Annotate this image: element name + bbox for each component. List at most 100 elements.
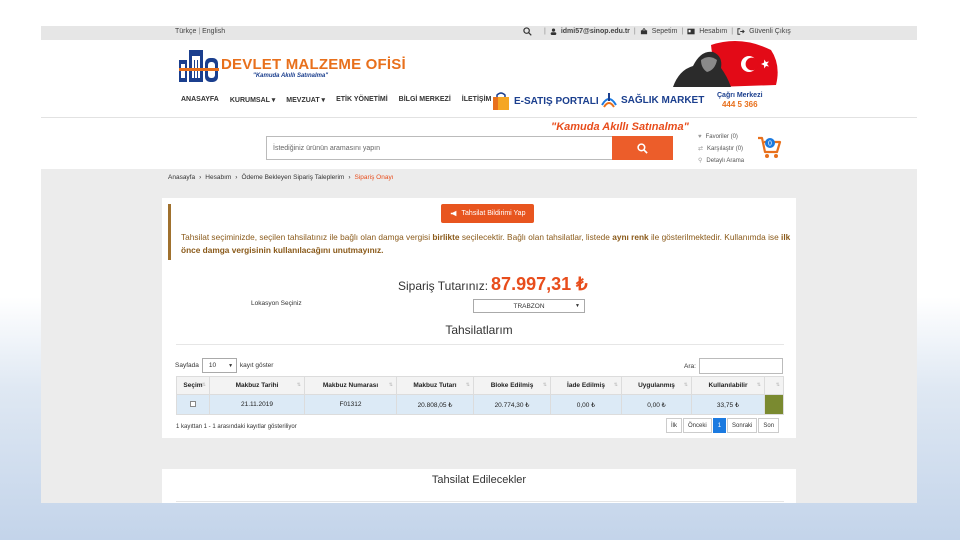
search-band: "Kamuda Akıllı Satınalma" İstediğiniz ür…	[41, 117, 917, 169]
magnifier-icon: ⚲	[698, 158, 703, 164]
col-receipt-date[interactable]: Makbuz Tarihi ⇅	[209, 376, 305, 395]
nav-home[interactable]: ANASAYFA	[181, 96, 219, 104]
divider	[176, 501, 784, 502]
nav-corporate[interactable]: KURUMSAL ▾	[230, 96, 275, 104]
compare-link[interactable]: ⇄ Karşılaştır (0)	[698, 143, 744, 155]
page-length-select[interactable]: 10 ▼	[201, 358, 237, 373]
user-icon	[550, 28, 557, 35]
product-search-input[interactable]: İstediğiniz ürünün aramasını yapın	[266, 136, 613, 160]
search-slogan: "Kamuda Akıllı Satınalma"	[551, 121, 689, 133]
heart-icon: ♥	[698, 134, 702, 140]
collections-title: Tahsilatlarım	[445, 323, 513, 337]
user-email-link[interactable]: idmi57@sinop.edu.tr	[561, 28, 630, 35]
breadcrumb-account[interactable]: Hesabım	[205, 174, 231, 181]
brand-title: DEVLET MALZEME OFİSİ	[221, 56, 406, 73]
row-checkbox[interactable]	[190, 400, 196, 407]
basket-icon	[640, 28, 647, 35]
call-center-title: Çağrı Merkezi	[717, 92, 763, 99]
chevron-right-icon: ›	[199, 174, 202, 181]
col-applied[interactable]: Uygulanmış ⇅	[621, 376, 692, 395]
col-color[interactable]: ⇅	[764, 376, 784, 395]
dmo-logo-icon[interactable]	[179, 46, 219, 84]
cell-refunded: 0,00 ₺	[550, 394, 622, 415]
order-total-value: 87.997,31 ₺	[491, 274, 588, 294]
ataturk-flag-banner-icon	[673, 41, 778, 87]
table-row: 21.11.2019 F01312 20.808,05 ₺ 20.774,30 …	[176, 394, 784, 415]
to-be-collected-title: Tahsilat Edilecekler	[431, 474, 527, 486]
cell-link-color	[764, 394, 784, 415]
pager-first[interactable]: İlk	[666, 418, 682, 433]
quick-links: ♥ Favoriler (0) ⇄ Karşılaştır (0) ⚲ Detaylı…	[698, 131, 744, 167]
table-header-row: Seçim ⇅ Makbuz Tarihi ⇅ Makbuz Numarası ⇅ M…	[176, 376, 784, 395]
esatis-label: E-SATIŞ PORTALI	[514, 95, 599, 107]
pager-page-1[interactable]: 1	[712, 418, 727, 433]
account-card-icon	[687, 28, 695, 35]
breadcrumb-current: Sipariş Onayı	[354, 174, 394, 181]
page-length-control: Sayfada 10 ▼ kayıt göster	[175, 358, 273, 373]
pager-last[interactable]: Son	[758, 418, 780, 433]
site-header: DEVLET MALZEME OFİSİ "Kamuda Akıllı Satı…	[41, 40, 917, 117]
my-cart-link[interactable]: Sepetim	[652, 28, 678, 35]
pager-next[interactable]: Sonraki	[727, 418, 758, 433]
esatis-portal-link[interactable]: E-SATIŞ PORTALI	[491, 91, 599, 111]
col-blocked[interactable]: Bloke Edilmiş ⇅	[473, 376, 551, 395]
nav-contact[interactable]: İLETİŞİM	[462, 96, 492, 104]
table-search-input[interactable]	[698, 358, 783, 374]
cell-blocked: 20.774,30 ₺	[473, 394, 551, 415]
collections-table: Seçim ⇅ Makbuz Tarihi ⇅ Makbuz Numarası ⇅ M…	[176, 376, 784, 415]
compare-icon: ⇄	[698, 146, 704, 152]
my-account-link[interactable]: Hesabım	[699, 28, 727, 35]
health-market-label: SAĞLIK MARKET	[621, 94, 705, 106]
breadcrumb: Anasayfa › Hesabım › Ödeme Bekleyen Sipa…	[168, 174, 394, 181]
language-switcher: Türkçe | English	[175, 28, 226, 35]
lang-turkish-link[interactable]: Türkçe	[175, 28, 196, 35]
shopping-bag-icon	[493, 92, 509, 110]
location-label: Lokasyon Seçiniz	[251, 300, 302, 307]
col-receipt-number[interactable]: Makbuz Numarası ⇅	[304, 376, 397, 395]
health-market-link[interactable]: SAĞLIK MARKET	[600, 91, 704, 109]
collection-notify-button[interactable]: Tahsilat Bildirimi Yap	[441, 204, 534, 223]
search-icon	[637, 142, 648, 154]
chevron-right-icon: ›	[235, 174, 238, 181]
logout-link[interactable]: Güvenli Çıkış	[749, 28, 791, 35]
health-market-icon	[601, 93, 617, 108]
col-select[interactable]: Seçim ⇅	[176, 376, 210, 395]
call-center: Çağrı Merkezi 444 5 366	[717, 91, 763, 109]
cart-icon[interactable]: 0	[756, 134, 782, 160]
pager-prev[interactable]: Önceki	[683, 418, 712, 433]
caret-down-icon: ▼	[575, 303, 580, 309]
main-nav: ANASAYFA KURUMSAL ▾ MEVZUAT ▾ ETİK YÖNET…	[181, 96, 491, 104]
row-select-cell	[176, 394, 210, 415]
lang-english-link[interactable]: English	[202, 28, 225, 35]
svg-text:0: 0	[768, 141, 772, 148]
favorites-link[interactable]: ♥ Favoriler (0)	[698, 131, 744, 143]
nav-legislation[interactable]: MEVZUAT ▾	[286, 96, 325, 104]
order-confirmation-panel: Tahsilat Bildirimi Yap Tahsilat seçimini…	[162, 198, 796, 438]
breadcrumb-home[interactable]: Anasayfa	[168, 174, 195, 181]
col-receipt-amount[interactable]: Makbuz Tutarı ⇅	[396, 376, 474, 395]
advanced-search-link[interactable]: ⚲ Detaylı Arama	[698, 155, 744, 167]
divider	[176, 344, 784, 345]
cell-applied: 0,00 ₺	[621, 394, 692, 415]
breadcrumb-pending-orders[interactable]: Ödeme Bekleyen Sipariş Taleplerim	[241, 174, 344, 181]
brand-slogan: "Kamuda Akıllı Satınalma"	[253, 73, 329, 79]
nav-ethics[interactable]: ETİK YÖNETİMİ	[336, 96, 388, 104]
location-select[interactable]: TRABZON ▼	[473, 299, 585, 313]
search-button[interactable]	[612, 136, 673, 160]
account-links: | idmi57@sinop.edu.tr | Sepetim | Hesabı…	[523, 27, 791, 36]
chevron-right-icon: ›	[348, 174, 351, 181]
top-utility-bar: Türkçe | English | idmi57@sinop.edu.tr |…	[41, 26, 917, 40]
caret-down-icon: ▼	[228, 362, 234, 369]
col-available[interactable]: Kullanılabilir ⇅	[691, 376, 765, 395]
nav-info-center[interactable]: BİLGİ MERKEZİ	[399, 96, 451, 104]
browser-viewport: Türkçe | English | idmi57@sinop.edu.tr |…	[41, 26, 917, 503]
col-refunded[interactable]: İade Edilmiş ⇅	[550, 376, 622, 395]
megaphone-icon	[450, 210, 456, 217]
pagination: İlk Önceki 1 Sonraki Son	[666, 418, 780, 433]
call-center-number: 444 5 366	[721, 100, 758, 109]
collection-notice: Tahsilat Bildirimi Yap Tahsilat seçimini…	[168, 204, 790, 260]
cell-available: 33,75 ₺	[691, 394, 765, 415]
search-icon[interactable]	[523, 27, 532, 36]
logout-icon	[737, 28, 745, 35]
cell-receipt-date: 21.11.2019	[209, 394, 305, 415]
